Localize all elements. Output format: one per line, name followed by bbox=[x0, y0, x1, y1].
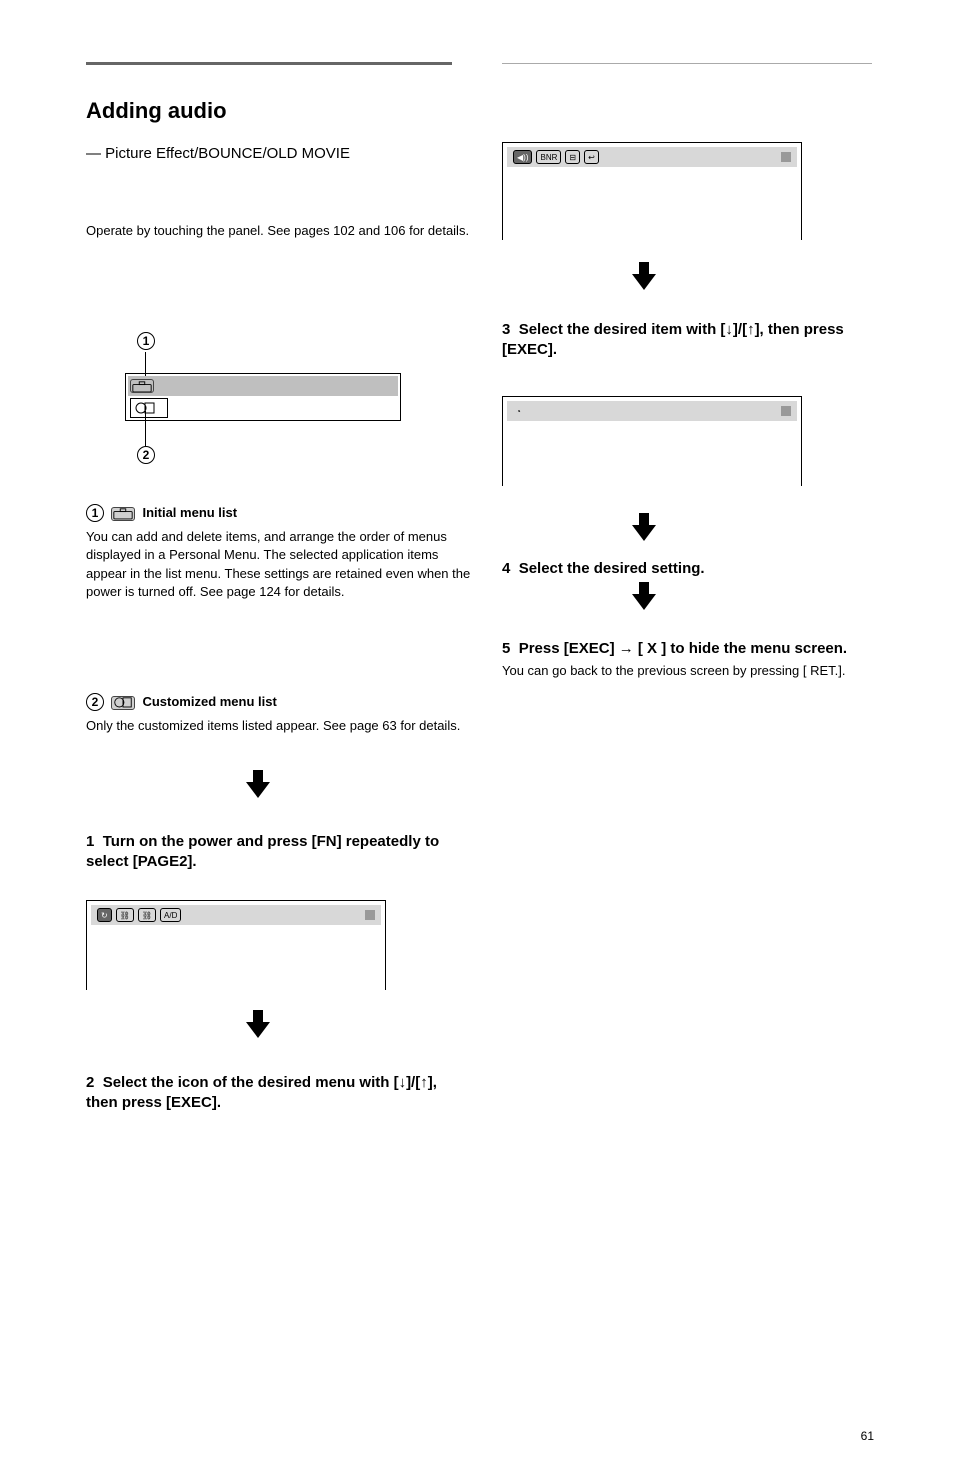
return-icon: ↩ bbox=[584, 150, 599, 164]
toolbox-icon bbox=[111, 507, 135, 521]
step-3-text: Select the desired item with [↓]/[↑], th… bbox=[502, 321, 844, 358]
section-1: 1 Initial menu list You can add and dele… bbox=[86, 504, 476, 601]
step-2: 2 Select the icon of the desired menu wi… bbox=[86, 1073, 452, 1112]
down-arrow-icon bbox=[632, 582, 656, 610]
step-5-text: Press [EXEC] → [ X ] to hide the menu sc… bbox=[519, 640, 847, 657]
down-arrow-icon bbox=[632, 262, 656, 290]
menu-row-toolbox bbox=[128, 376, 398, 396]
menu-list-figure bbox=[125, 373, 401, 421]
step-2-text: Select the icon of the desired menu with… bbox=[86, 1074, 437, 1111]
screen-figure-right-1: ◔ bbox=[502, 396, 802, 486]
step-4: 4 Select the desired setting. bbox=[502, 559, 872, 579]
toolbox-icon bbox=[130, 379, 154, 393]
step-4-text: Select the desired setting. bbox=[519, 560, 705, 577]
page-subtitle: — Picture Effect/BOUNCE/OLD MOVIE bbox=[86, 144, 476, 164]
scroll-marker bbox=[781, 152, 791, 162]
screen-figure-left: ↻ ⛓ ⛓ A/D bbox=[86, 900, 386, 990]
page-number: 61 bbox=[861, 1429, 874, 1443]
custom-icon bbox=[111, 696, 135, 710]
chain1-icon: ⛓ bbox=[116, 908, 134, 922]
callout-2: 2 bbox=[137, 446, 155, 464]
step-1: 1 Turn on the power and press [FN] repea… bbox=[86, 832, 452, 871]
section-2-label: Customized menu list bbox=[142, 694, 276, 709]
step-5-num: 5 bbox=[502, 640, 510, 657]
callout-line-2 bbox=[145, 411, 146, 446]
bnr-icon: BNR bbox=[536, 150, 561, 164]
scroll-marker bbox=[365, 910, 375, 920]
page-title: Adding audio bbox=[86, 98, 227, 124]
screen-figure-right-0: ◀)) BNR ⊟ ↩ bbox=[502, 142, 802, 240]
menu-row-custom bbox=[128, 398, 398, 418]
section-2: 2 Customized menu list Only the customiz… bbox=[86, 693, 476, 735]
step-4-num: 4 bbox=[502, 560, 510, 577]
repeat-icon: ↻ bbox=[97, 908, 112, 922]
down-arrow-icon bbox=[246, 770, 270, 798]
step-3: 3 Select the desired item with [↓]/[↑], … bbox=[502, 320, 868, 359]
header-rule-dark bbox=[86, 62, 452, 65]
disc-icon: ◔ bbox=[513, 404, 524, 418]
battery-icon: ⊟ bbox=[565, 150, 580, 164]
down-arrow-icon bbox=[632, 513, 656, 541]
step-2-num: 2 bbox=[86, 1074, 94, 1091]
ad-icon: A/D bbox=[160, 908, 181, 922]
step-1-text: Turn on the power and press [FN] repeate… bbox=[86, 833, 439, 870]
section-2-num: 2 bbox=[86, 693, 104, 711]
header-rule-light bbox=[502, 63, 872, 64]
section-1-body: You can add and delete items, and arrang… bbox=[86, 528, 476, 601]
down-arrow-icon bbox=[246, 1010, 270, 1038]
step-5: 5 Press [EXEC] → [ X ] to hide the menu … bbox=[502, 639, 868, 679]
section-1-num: 1 bbox=[86, 504, 104, 522]
step-3-num: 3 bbox=[502, 321, 510, 338]
section-2-body: Only the customized items listed appear.… bbox=[86, 717, 476, 735]
step-5-body: You can go back to the previous screen b… bbox=[502, 663, 868, 680]
intro-text: Operate by touching the panel. See pages… bbox=[86, 222, 476, 240]
scroll-marker bbox=[781, 406, 791, 416]
chain2-icon: ⛓ bbox=[138, 908, 156, 922]
speaker-icon: ◀)) bbox=[513, 150, 532, 164]
section-1-label: Initial menu list bbox=[142, 505, 237, 520]
callout-1: 1 bbox=[137, 332, 155, 350]
step-1-num: 1 bbox=[86, 833, 94, 850]
